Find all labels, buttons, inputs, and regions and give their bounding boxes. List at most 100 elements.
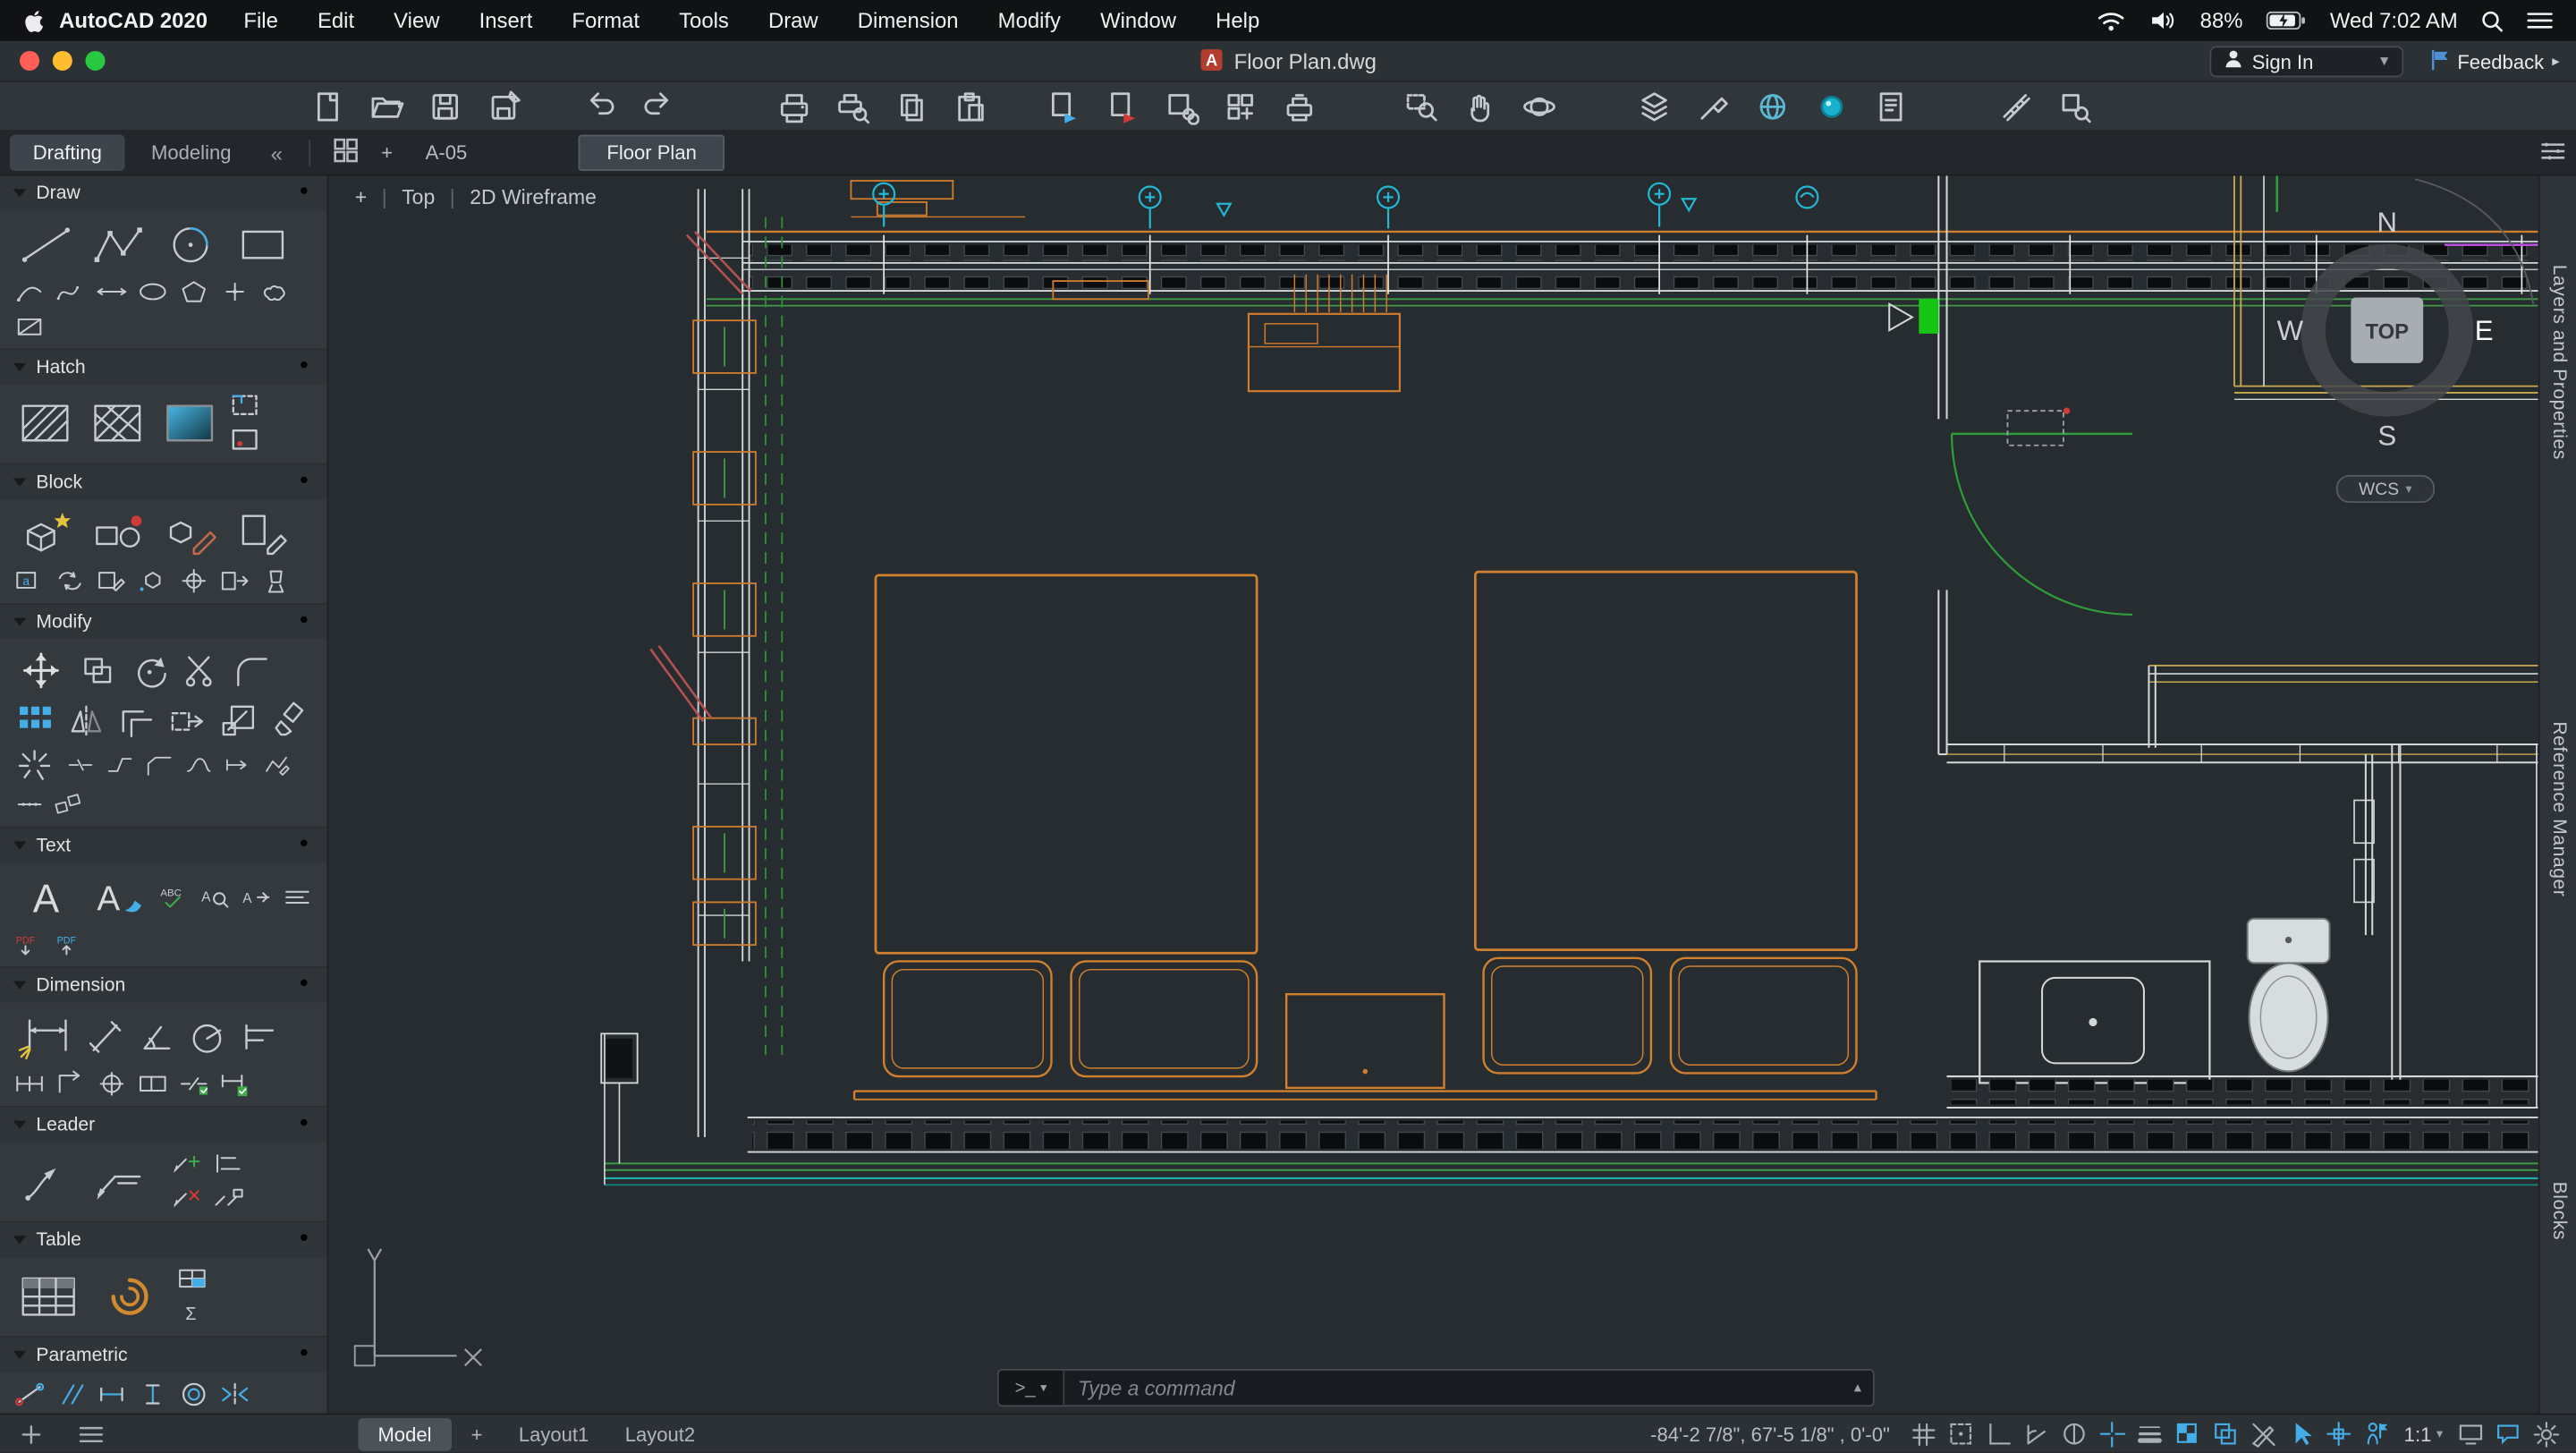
data-link-icon[interactable] xyxy=(94,1269,158,1323)
panel-gear-icon[interactable] xyxy=(294,1112,314,1137)
dimension-update-icon[interactable] xyxy=(218,1068,251,1098)
zoom-window-icon[interactable] xyxy=(1400,86,1443,125)
visual-style-button[interactable]: 2D Wireframe xyxy=(470,186,597,209)
point-tool-icon[interactable] xyxy=(218,276,251,306)
divide-tool-icon[interactable] xyxy=(13,789,45,819)
panel-tab-reference-manager[interactable]: Reference Manager xyxy=(2540,669,2576,948)
arc-tool-icon[interactable] xyxy=(13,276,47,306)
copy-tool-icon[interactable] xyxy=(77,650,120,690)
find-text-icon[interactable]: A xyxy=(199,881,232,911)
panel-gear-icon[interactable] xyxy=(294,1343,314,1368)
panel-tab-blocks[interactable]: Blocks xyxy=(2540,1162,2576,1261)
etransmit-icon[interactable] xyxy=(1041,86,1084,125)
panel-gear-icon[interactable] xyxy=(294,609,314,634)
clean-screen-icon[interactable] xyxy=(2490,1417,2525,1450)
layout2-tab[interactable]: Layout2 xyxy=(608,1417,711,1450)
table-cell-style-icon[interactable] xyxy=(176,1263,209,1293)
sync-attributes-icon[interactable] xyxy=(55,565,88,595)
add-palette-icon[interactable] xyxy=(13,1417,48,1450)
menu-help[interactable]: Help xyxy=(1196,8,1279,33)
hatch-boundary-icon[interactable] xyxy=(230,391,263,421)
copy-icon[interactable] xyxy=(891,86,934,125)
polar-tracking-icon[interactable] xyxy=(2020,1417,2055,1450)
section-header-table[interactable]: Table xyxy=(0,1222,327,1258)
stretch-tool-icon[interactable] xyxy=(166,700,209,739)
save-as-icon[interactable] xyxy=(483,86,526,125)
collapse-palette-button[interactable]: « xyxy=(258,137,296,168)
orbit-icon[interactable] xyxy=(1518,86,1561,125)
plot-preview-icon[interactable] xyxy=(831,86,874,125)
menu-window[interactable]: Window xyxy=(1080,8,1196,33)
move-tool-icon[interactable] xyxy=(13,646,69,695)
fillet-tool-icon[interactable] xyxy=(230,650,273,690)
align-tool-icon[interactable] xyxy=(53,789,84,819)
scale-tool-icon[interactable] xyxy=(216,700,259,739)
layout1-tab[interactable]: Layout1 xyxy=(502,1417,605,1450)
hatch-pattern-icon[interactable] xyxy=(13,396,78,451)
tab-overview-icon[interactable] xyxy=(334,138,359,167)
purge-icon[interactable] xyxy=(259,565,292,595)
center-mark-icon[interactable] xyxy=(96,1068,129,1098)
section-header-leader[interactable]: Leader xyxy=(0,1107,327,1143)
join-tool-icon[interactable] xyxy=(104,750,135,779)
collect-leaders-icon[interactable] xyxy=(212,1183,245,1212)
spell-check-icon[interactable]: ABC xyxy=(157,881,191,911)
dimension-break-icon[interactable] xyxy=(177,1068,210,1098)
dynamic-input-icon[interactable] xyxy=(2095,1417,2130,1450)
menu-view[interactable]: View xyxy=(374,8,459,33)
model-space-canvas[interactable]: + | Top | 2D Wireframe TOP N S W E WCS ▾ xyxy=(328,175,2538,1414)
explode-tool-icon[interactable] xyxy=(13,744,56,784)
text-scale-icon[interactable]: A xyxy=(240,881,273,911)
apple-menu-icon[interactable] xyxy=(23,6,47,34)
multileader-tool-icon[interactable] xyxy=(86,1153,150,1208)
radius-dimension-icon[interactable] xyxy=(187,1016,230,1056)
revision-cloud-tool-icon[interactable] xyxy=(259,276,292,306)
polyline-tool-icon[interactable] xyxy=(86,217,150,271)
edit-attribute-icon[interactable] xyxy=(96,565,129,595)
undo-icon[interactable] xyxy=(579,86,622,125)
import-icon[interactable] xyxy=(1101,86,1144,125)
viewcube[interactable]: TOP N S W E xyxy=(2277,196,2497,459)
continue-dimension-icon[interactable] xyxy=(13,1068,47,1098)
panel-gear-icon[interactable] xyxy=(294,833,314,858)
parallel-constraint-icon[interactable] xyxy=(55,1379,88,1408)
command-input[interactable] xyxy=(1064,1376,1843,1399)
menu-tools[interactable]: Tools xyxy=(659,8,749,33)
layers-icon[interactable] xyxy=(1633,86,1676,125)
section-header-parametric[interactable]: Parametric xyxy=(0,1338,327,1372)
open-folder-icon[interactable] xyxy=(365,86,408,125)
section-header-hatch[interactable]: Hatch xyxy=(0,350,327,385)
region-tool-icon[interactable] xyxy=(13,310,47,340)
erase-tool-icon[interactable] xyxy=(267,700,310,739)
drawing-tab-floor-plan[interactable]: Floor Plan xyxy=(579,134,725,172)
mtext-tool-icon[interactable]: A xyxy=(13,870,78,924)
lengthen-tool-icon[interactable] xyxy=(222,750,253,779)
paste-icon[interactable] xyxy=(950,86,993,125)
edit-block-icon[interactable] xyxy=(157,506,222,561)
lineweight-display-icon[interactable] xyxy=(2133,1417,2168,1450)
set-base-point-icon[interactable] xyxy=(177,565,210,595)
gradient-fill-icon[interactable] xyxy=(157,396,222,451)
menu-modify[interactable]: Modify xyxy=(979,8,1080,33)
model-tab[interactable]: Model xyxy=(358,1417,452,1450)
offset-tool-icon[interactable] xyxy=(115,700,158,739)
array-tool-icon[interactable] xyxy=(13,700,56,739)
hatch-crosshatch-icon[interactable] xyxy=(86,396,150,451)
edit-polyline-tool-icon[interactable] xyxy=(261,750,292,779)
palette-menu-icon[interactable] xyxy=(74,1417,109,1450)
command-prompt[interactable]: >_ ▾ xyxy=(998,1370,1065,1406)
transparency-icon[interactable] xyxy=(2171,1417,2206,1450)
expand-command-history-icon[interactable]: ▴ xyxy=(1843,1379,1873,1397)
vertical-constraint-icon[interactable] xyxy=(136,1379,169,1408)
break-tool-icon[interactable] xyxy=(64,750,96,779)
ellipse-tool-icon[interactable] xyxy=(136,276,169,306)
measure-icon[interactable] xyxy=(1995,86,2038,125)
text-style-tool-icon[interactable]: A xyxy=(86,870,150,924)
add-leader-icon[interactable] xyxy=(171,1149,204,1178)
horizontal-constraint-icon[interactable] xyxy=(96,1379,129,1408)
tab-modeling[interactable]: Modeling xyxy=(128,135,254,171)
import-pdf-icon[interactable]: PDF xyxy=(55,929,88,958)
justify-text-icon[interactable] xyxy=(281,881,314,911)
selection-cycling-icon[interactable] xyxy=(2208,1417,2243,1450)
panel-gear-icon[interactable] xyxy=(294,470,314,495)
